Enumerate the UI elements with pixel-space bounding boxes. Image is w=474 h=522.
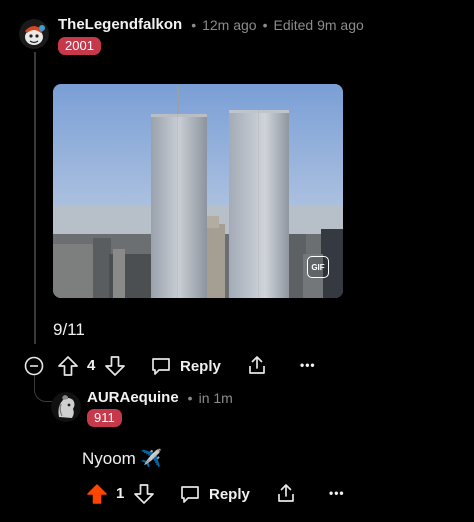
reply-timestamp: in 1m: [198, 389, 233, 406]
reply-button[interactable]: Reply: [150, 355, 221, 377]
vote-count: 4: [87, 357, 96, 374]
reply-icon: [181, 486, 199, 503]
share-button[interactable]: [275, 482, 297, 504]
avatar[interactable]: [19, 19, 49, 49]
share-icon: [249, 356, 265, 374]
vote-count: 1: [116, 485, 125, 502]
upvote-button[interactable]: [57, 355, 79, 377]
more-options-button[interactable]: •••: [300, 358, 316, 372]
user-flair: 911: [87, 409, 122, 427]
downvote-icon: [134, 484, 154, 504]
thread-line: [34, 52, 36, 344]
collapse-button[interactable]: [24, 356, 44, 376]
separator-dot: •: [262, 16, 268, 33]
gif-image[interactable]: GIF: [53, 84, 343, 298]
upvote-icon: [87, 484, 107, 504]
edited-label: Edited 9m ago: [273, 16, 364, 33]
comment-body: 9/11: [53, 320, 85, 339]
collapse-icon: [24, 356, 44, 376]
downvote-button[interactable]: [133, 483, 155, 505]
upvote-button[interactable]: [86, 483, 108, 505]
comment-timestamp: 12m ago: [202, 16, 257, 33]
gif-badge: GIF: [307, 256, 329, 278]
reply-body: Nyoom ✈️: [82, 449, 162, 468]
share-icon: [278, 484, 294, 502]
comment-username[interactable]: TheLegendfalkon: [58, 16, 182, 33]
reply-username[interactable]: AURAequine: [87, 389, 179, 406]
reply-label: Reply: [209, 485, 250, 503]
separator-dot: •: [187, 389, 193, 406]
user-flair: 2001: [58, 37, 101, 55]
separator-dot: •: [191, 16, 197, 33]
downvote-button[interactable]: [104, 355, 126, 377]
avatar[interactable]: [51, 392, 81, 422]
downvote-icon: [105, 356, 125, 376]
upvote-icon: [58, 356, 78, 376]
share-button[interactable]: [246, 354, 268, 376]
reply-button[interactable]: Reply: [179, 483, 250, 505]
reply-label: Reply: [180, 357, 221, 375]
reply-icon: [152, 358, 170, 375]
more-options-button[interactable]: •••: [329, 486, 345, 500]
